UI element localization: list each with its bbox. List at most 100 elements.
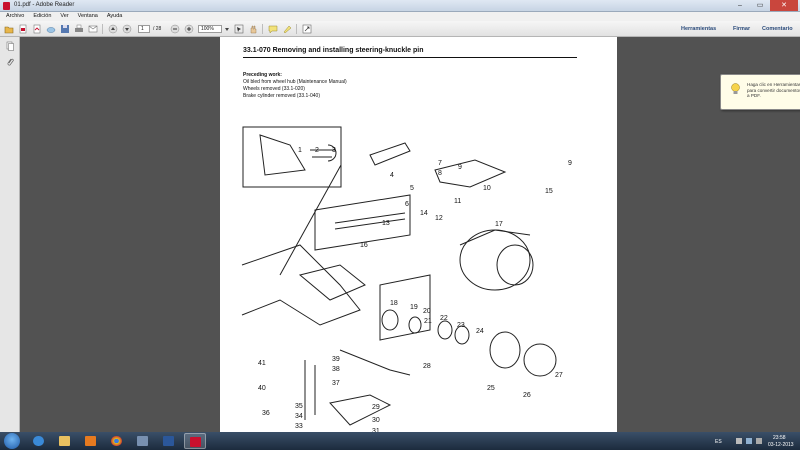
callout-12: 12 bbox=[435, 215, 443, 222]
callout-3: 3 bbox=[332, 147, 336, 154]
create-pdf-icon[interactable] bbox=[18, 24, 28, 34]
title-rule bbox=[243, 57, 577, 58]
toolbar-separator bbox=[262, 24, 263, 34]
callout-4: 4 bbox=[390, 172, 394, 179]
callout-23: 23 bbox=[457, 322, 465, 329]
menu-ver[interactable]: Ver bbox=[60, 12, 68, 21]
maximize-button[interactable]: ▭ bbox=[750, 0, 770, 11]
callout-15: 15 bbox=[545, 188, 553, 195]
preceding-item: Oil bled from wheel hub (Maintenance Man… bbox=[243, 79, 347, 85]
callout-36: 36 bbox=[262, 410, 270, 417]
zoom-dropdown-icon[interactable] bbox=[222, 24, 229, 34]
callout-26: 26 bbox=[523, 392, 531, 399]
callout-19: 19 bbox=[410, 304, 418, 311]
attachments-panel-icon[interactable] bbox=[5, 57, 15, 67]
tooltip-text: Haga clic en Herramientas para convertir… bbox=[747, 82, 800, 99]
callout-16: 16 bbox=[360, 242, 368, 249]
clock-date[interactable]: 03-12-2013 bbox=[768, 442, 794, 448]
callout-14: 14 bbox=[420, 210, 428, 217]
callout-33: 33 bbox=[295, 423, 303, 430]
steering-arm bbox=[369, 142, 411, 166]
preceding-work-title: Preceding work: bbox=[243, 72, 282, 78]
taskbar-explorer[interactable] bbox=[54, 433, 76, 449]
pdf-page: 33.1-070 Removing and installing steerin… bbox=[220, 37, 617, 432]
select-icon[interactable] bbox=[234, 24, 244, 34]
print-icon[interactable] bbox=[74, 24, 84, 34]
callout-30: 30 bbox=[372, 417, 380, 424]
hub-housing bbox=[459, 229, 531, 246]
next-page-icon[interactable] bbox=[122, 24, 132, 34]
tray-arrow-icon[interactable] bbox=[736, 438, 742, 444]
toolbar-separator bbox=[296, 24, 297, 34]
save-icon[interactable] bbox=[60, 24, 70, 34]
callout-17: 17 bbox=[495, 221, 503, 228]
seal-22 bbox=[437, 320, 453, 340]
volume-icon[interactable] bbox=[756, 438, 762, 444]
menu-archivo[interactable]: Archivo bbox=[6, 12, 24, 21]
callout-24: 24 bbox=[476, 328, 484, 335]
email-icon[interactable] bbox=[88, 24, 98, 34]
open-icon[interactable] bbox=[4, 24, 14, 34]
taskbar-ie[interactable] bbox=[28, 433, 50, 449]
taskbar-adobe-reader[interactable] bbox=[184, 433, 206, 449]
toolbar-separator bbox=[102, 24, 103, 34]
page-title: 33.1-070 Removing and installing steerin… bbox=[243, 47, 424, 54]
window-title: 01.pdf - Adobe Reader bbox=[14, 2, 75, 8]
tools-link[interactable]: Herramientas bbox=[681, 25, 716, 33]
axle-beam bbox=[241, 244, 361, 326]
sign-link[interactable]: Firmar bbox=[733, 25, 750, 33]
zoom-input[interactable]: 100% bbox=[198, 25, 222, 33]
start-button[interactable] bbox=[4, 433, 20, 449]
ie-icon bbox=[33, 436, 44, 446]
axle-yoke bbox=[298, 264, 366, 301]
cloud-icon[interactable] bbox=[46, 24, 56, 34]
callout-41: 41 bbox=[258, 360, 266, 367]
fullscreen-icon[interactable] bbox=[302, 24, 312, 34]
callout-35: 35 bbox=[295, 403, 303, 410]
zoom-in-icon[interactable] bbox=[184, 24, 194, 34]
share-icon[interactable] bbox=[32, 24, 42, 34]
bearing-18 bbox=[381, 309, 399, 331]
menu-ayuda[interactable]: Ayuda bbox=[107, 12, 123, 21]
media-player-icon bbox=[85, 436, 96, 446]
tie-rod bbox=[339, 349, 411, 376]
comment-link[interactable]: Comentario bbox=[762, 25, 793, 33]
zoom-out-icon[interactable] bbox=[170, 24, 180, 34]
taskbar-word[interactable] bbox=[158, 433, 180, 449]
cover-25 bbox=[489, 331, 521, 369]
comment-icon[interactable] bbox=[268, 24, 278, 34]
callout-27: 27 bbox=[555, 372, 563, 379]
taskbar-media[interactable] bbox=[80, 433, 102, 449]
taskbar-app[interactable] bbox=[132, 433, 154, 449]
hand-tool-icon[interactable] bbox=[248, 24, 258, 34]
minimize-button[interactable]: – bbox=[730, 0, 750, 11]
callout-8: 8 bbox=[438, 170, 442, 177]
callout-9b: 9 bbox=[568, 160, 572, 167]
language-indicator[interactable]: ES bbox=[715, 439, 722, 445]
menu-edicion[interactable]: Edición bbox=[33, 12, 51, 21]
callout-11: 11 bbox=[454, 198, 461, 205]
lightbulb-icon bbox=[731, 83, 740, 94]
pdf-icon bbox=[190, 437, 201, 447]
highlight-icon[interactable] bbox=[282, 24, 292, 34]
folder-icon bbox=[59, 436, 70, 446]
page-number-input[interactable]: 1 bbox=[138, 25, 150, 33]
callout-9: 9 bbox=[458, 164, 462, 171]
previous-page-icon[interactable] bbox=[108, 24, 118, 34]
tools-tooltip: Haga clic en Herramientas para convertir… bbox=[720, 74, 800, 110]
callout-25: 25 bbox=[487, 385, 495, 392]
taskbar-chrome[interactable] bbox=[106, 433, 128, 449]
preceding-item: Brake cylinder removed (33.1-040) bbox=[243, 93, 320, 99]
menu-ventana[interactable]: Ventana bbox=[78, 12, 98, 21]
callout-38: 38 bbox=[332, 366, 340, 373]
window-controls: – ▭ ✕ bbox=[730, 0, 798, 11]
document-viewer[interactable]: 33.1-070 Removing and installing steerin… bbox=[20, 37, 800, 432]
callout-5: 5 bbox=[410, 185, 414, 192]
callout-34: 34 bbox=[295, 413, 303, 420]
callout-39: 39 bbox=[332, 356, 340, 363]
network-icon[interactable] bbox=[746, 438, 752, 444]
pages-panel-icon[interactable] bbox=[5, 41, 15, 51]
clock-time[interactable]: 23:58 bbox=[773, 435, 786, 441]
word-icon bbox=[163, 436, 174, 446]
close-button[interactable]: ✕ bbox=[770, 0, 798, 11]
